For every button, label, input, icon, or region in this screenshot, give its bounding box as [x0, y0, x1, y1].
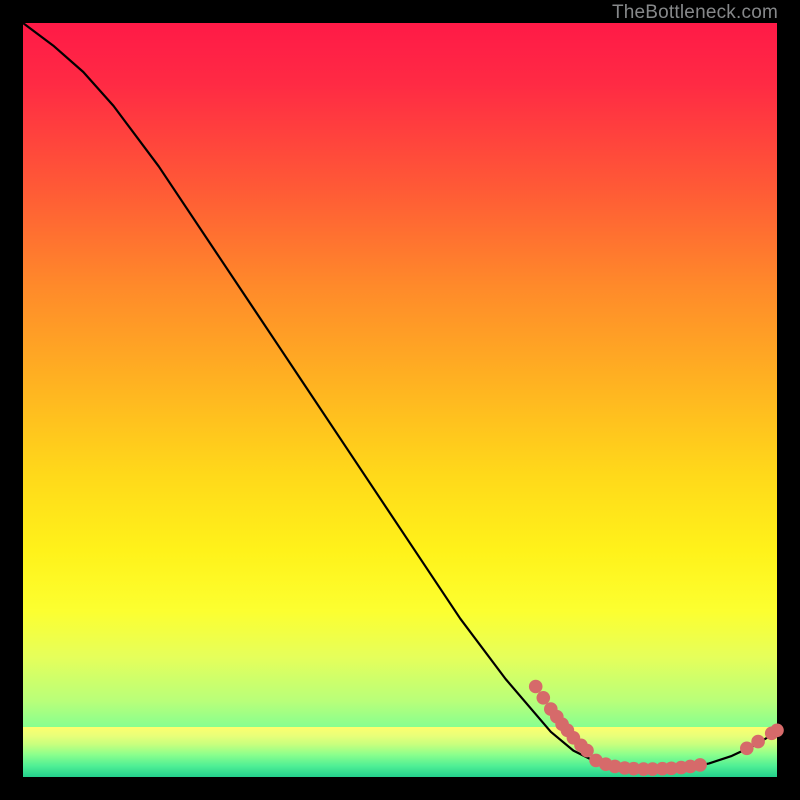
watermark-text: TheBottleneck.com [612, 2, 778, 24]
data-points-group [529, 680, 784, 776]
chart-stage: TheBottleneck.com [0, 0, 800, 800]
chart-overlay [23, 23, 777, 777]
data-point [770, 724, 784, 738]
data-point [740, 742, 754, 756]
bottleneck-curve [23, 23, 777, 770]
data-point [693, 758, 707, 772]
data-point [537, 691, 551, 705]
data-point [751, 735, 765, 749]
data-point [529, 680, 543, 694]
